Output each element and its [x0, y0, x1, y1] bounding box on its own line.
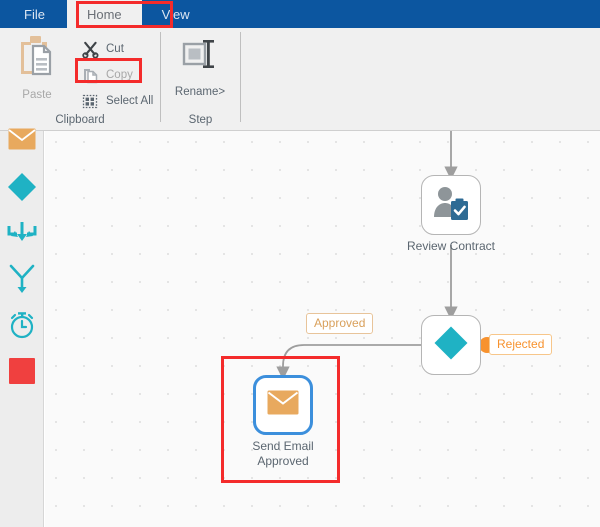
copy-pages-icon [80, 65, 100, 85]
node-decision[interactable] [421, 315, 481, 375]
menu-bar: File Home View [0, 0, 600, 28]
edge-label-rejected[interactable]: Rejected [489, 334, 553, 355]
copy-button[interactable]: Copy [78, 64, 133, 86]
split-arrow-icon [8, 264, 36, 299]
menu-item-home-label: Home [86, 6, 122, 22]
node-review-contract-label: Review Contract [406, 239, 496, 253]
application-window: File Home View Paste Cut Copy Select All… [0, 0, 600, 527]
sidebar-item-merge[interactable] [0, 213, 43, 257]
cut-button[interactable]: Cut [78, 38, 124, 60]
envelope-icon [7, 128, 36, 155]
node-send-email-approved[interactable] [253, 375, 313, 435]
tool-palette-sidebar [0, 128, 44, 527]
rename-textcursor-icon [180, 34, 220, 81]
menu-item-file[interactable]: File [0, 0, 67, 28]
copy-button-label: Copy [106, 69, 133, 81]
select-all-grid-icon [80, 91, 100, 111]
rename-button-label: Rename> [174, 86, 226, 98]
ribbon-group-divider-2 [240, 32, 241, 122]
ribbon-toolbar: Paste Cut Copy Select All Clipboard Rena… [0, 28, 600, 131]
rename-button[interactable]: Rename> [169, 34, 231, 116]
select-all-button-label: Select All [106, 95, 154, 107]
ribbon-group-clipboard: Paste Cut Copy Select All Clipboard [0, 28, 160, 130]
paste-button[interactable]: Paste [8, 34, 66, 116]
envelope-icon [267, 390, 299, 420]
stop-square-icon [8, 357, 35, 389]
sidebar-item-split[interactable] [0, 259, 43, 303]
edge-label-approved[interactable]: Approved [306, 313, 374, 334]
paste-icon [17, 34, 57, 85]
menu-item-file-label: File [24, 6, 45, 22]
timer-icon [7, 310, 37, 345]
sidebar-item-send-email[interactable] [0, 119, 43, 163]
ribbon-group-step: Rename> Step [161, 28, 240, 130]
paste-button-label: Paste [22, 89, 52, 101]
workflow-canvas[interactable]: Review Contract Approved Rejected Send E… [45, 131, 600, 527]
diamond-icon [433, 325, 469, 366]
sidebar-item-timer[interactable] [0, 305, 43, 349]
sidebar-item-decision[interactable] [0, 167, 43, 211]
ribbon-group-step-label: Step [188, 114, 213, 126]
sidebar-item-stop[interactable] [0, 351, 43, 395]
menu-item-view[interactable]: View [142, 0, 210, 28]
menu-item-home[interactable]: Home [66, 0, 142, 28]
menu-item-view-label: View [161, 6, 190, 22]
diamond-icon [7, 172, 37, 207]
cut-button-label: Cut [106, 43, 124, 55]
node-review-contract[interactable] [421, 175, 481, 235]
node-send-email-approved-label: Send Email Approved [252, 439, 314, 468]
select-all-button[interactable]: Select All [78, 90, 153, 112]
user-task-icon [432, 185, 470, 226]
scissors-icon [80, 39, 100, 59]
merge-arrows-icon [7, 220, 37, 251]
